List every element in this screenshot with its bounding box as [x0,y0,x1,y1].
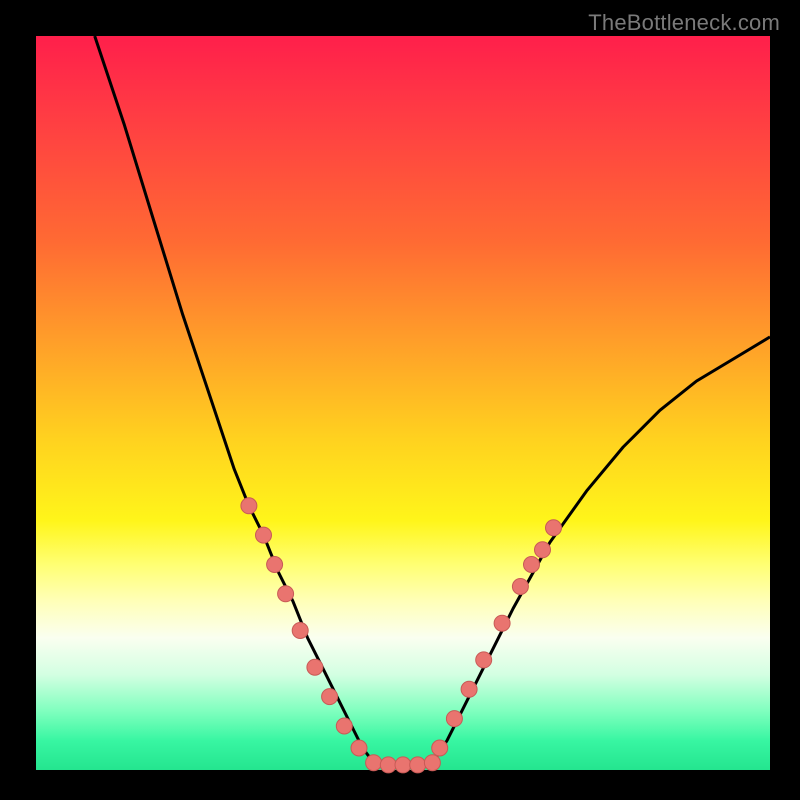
chart-stage: TheBottleneck.com [0,0,800,800]
data-marker [351,740,367,756]
data-marker [535,542,551,558]
data-marker [512,579,528,595]
data-marker [395,757,411,773]
data-marker [424,755,440,771]
data-marker [366,755,382,771]
data-marker [307,659,323,675]
data-marker [524,557,540,573]
data-marker [494,615,510,631]
data-marker [432,740,448,756]
bottleneck-curve [95,36,770,766]
data-marker [461,681,477,697]
data-marker [546,520,562,536]
line-group [95,36,770,766]
data-marker [446,711,462,727]
data-marker [256,527,272,543]
data-marker [410,757,426,773]
data-marker [241,498,257,514]
plot-area [36,36,770,770]
data-marker [336,718,352,734]
curve-layer [36,36,770,770]
data-marker [380,757,396,773]
watermark-text: TheBottleneck.com [588,10,780,36]
marker-group [241,498,562,773]
data-marker [278,586,294,602]
data-marker [292,623,308,639]
data-marker [322,689,338,705]
data-marker [476,652,492,668]
data-marker [267,557,283,573]
